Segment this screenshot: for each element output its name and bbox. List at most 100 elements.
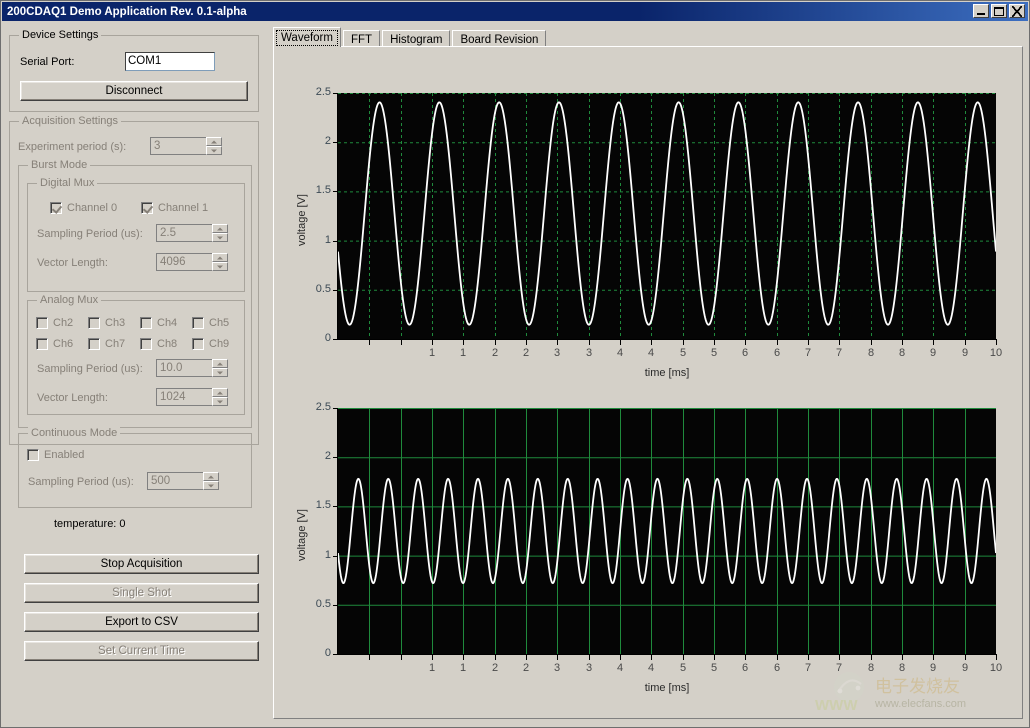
checkbox-icon[interactable] [140, 338, 152, 350]
checkbox-icon[interactable] [50, 202, 62, 214]
set-current-time-button[interactable]: Set Current Time [24, 641, 259, 661]
analog-mux-group: Analog Mux Ch2 Ch3 Ch4 [27, 300, 245, 415]
x-axis-line [337, 339, 997, 340]
checkbox-ch7[interactable]: Ch7 [88, 338, 125, 350]
window-title: 200CDAQ1 Demo Application Rev. 0.1-alpha [2, 6, 247, 18]
x-tick-label: 9 [918, 662, 948, 674]
stop-acquisition-button[interactable]: Stop Acquisition [24, 554, 259, 574]
digital-sampling-period-stepper[interactable]: 2.5 [156, 224, 228, 242]
analog-sampling-period-value[interactable]: 10.0 [156, 359, 212, 377]
spin-down-icon[interactable] [212, 368, 228, 377]
export-to-csv-button[interactable]: Export to CSV [24, 612, 259, 632]
checkbox-ch6[interactable]: Ch6 [36, 338, 73, 350]
checkbox-ch9[interactable]: Ch9 [192, 338, 229, 350]
checkbox-continuous-enabled[interactable]: Enabled [27, 449, 84, 461]
spin-up-icon[interactable] [212, 253, 228, 262]
experiment-period-spin-buttons[interactable] [206, 137, 222, 155]
close-button[interactable] [1009, 4, 1025, 18]
x-tick-label: 1 [448, 662, 478, 674]
single-shot-button[interactable]: Single Shot [24, 583, 259, 603]
maximize-button[interactable] [991, 4, 1007, 18]
checkbox-ch4[interactable]: Ch4 [140, 317, 177, 329]
x-axis-title: time [ms] [637, 682, 697, 694]
analog-vector-length-spin-buttons[interactable] [212, 388, 228, 406]
spin-down-icon[interactable] [212, 397, 228, 406]
digital-vector-length-spin-buttons[interactable] [212, 253, 228, 271]
checkbox-icon[interactable] [141, 202, 153, 214]
x-tick-mark [714, 340, 715, 345]
checkbox-icon[interactable] [36, 338, 48, 350]
checkbox-icon[interactable] [88, 338, 100, 350]
checkbox-channel-1[interactable]: Channel 1 [141, 202, 208, 214]
spin-down-icon[interactable] [206, 146, 222, 155]
digital-sampling-period-spin-buttons[interactable] [212, 224, 228, 242]
checkbox-ch5[interactable]: Ch5 [192, 317, 229, 329]
x-tick-label: 7 [824, 662, 854, 674]
y-tick-label: 2 [290, 135, 331, 147]
y-tick-label: 0 [290, 647, 331, 659]
digital-mux-group: Digital Mux Channel 0 Channel 1 Sampling… [27, 183, 245, 292]
checkbox-icon[interactable] [88, 317, 100, 329]
disconnect-button[interactable]: Disconnect [20, 81, 248, 101]
x-tick-mark [651, 655, 652, 660]
checkbox-icon[interactable] [192, 317, 204, 329]
x-tick-mark [495, 340, 496, 345]
checkbox-icon[interactable] [27, 449, 39, 461]
x-tick-mark [432, 655, 433, 660]
x-tick-mark [401, 340, 402, 345]
x-tick-mark [526, 340, 527, 345]
y-tick-label: 0.5 [290, 283, 331, 295]
minimize-icon [977, 13, 985, 15]
y-tick-mark [333, 142, 338, 143]
spin-up-icon[interactable] [212, 224, 228, 233]
x-tick-mark [432, 340, 433, 345]
checkbox-icon[interactable] [192, 338, 204, 350]
y-tick-mark [333, 605, 338, 606]
chart-waveform-channel-1: 00.511.522.511223344556677889910time [ms… [288, 402, 1008, 712]
spin-up-icon[interactable] [212, 359, 228, 368]
tab-waveform[interactable]: Waveform [273, 27, 341, 47]
x-tick-label: 2 [511, 347, 541, 359]
digital-vector-length-value[interactable]: 4096 [156, 253, 212, 271]
continuous-sampling-period-spin-buttons[interactable] [203, 472, 219, 490]
checkbox-ch2[interactable]: Ch2 [36, 317, 73, 329]
checkbox-ch3[interactable]: Ch3 [88, 317, 125, 329]
spin-down-icon[interactable] [212, 262, 228, 271]
analog-vector-length-value[interactable]: 1024 [156, 388, 212, 406]
continuous-sampling-period-value[interactable]: 500 [147, 472, 203, 490]
y-tick-label: 0.5 [290, 598, 331, 610]
tab-board-revision-label: Board Revision [460, 34, 538, 46]
analog-vector-length-stepper[interactable]: 1024 [156, 388, 228, 406]
checkbox-ch9-label: Ch9 [209, 338, 229, 350]
x-tick-label: 8 [887, 347, 917, 359]
x-tick-label: 4 [636, 347, 666, 359]
y-tick-mark [333, 290, 338, 291]
analog-sampling-period-spin-buttons[interactable] [212, 359, 228, 377]
spin-down-icon[interactable] [212, 233, 228, 242]
serial-port-input[interactable]: COM1 [125, 52, 215, 71]
checkbox-icon[interactable] [140, 317, 152, 329]
spin-down-icon[interactable] [203, 481, 219, 490]
analog-sampling-period-stepper[interactable]: 10.0 [156, 359, 228, 377]
continuous-sampling-period-stepper[interactable]: 500 [147, 472, 219, 490]
spin-up-icon[interactable] [212, 388, 228, 397]
experiment-period-value[interactable]: 3 [150, 137, 206, 155]
checkbox-ch8[interactable]: Ch8 [140, 338, 177, 350]
spin-up-icon[interactable] [203, 472, 219, 481]
digital-vector-length-stepper[interactable]: 4096 [156, 253, 228, 271]
experiment-period-stepper[interactable]: 3 [150, 137, 222, 155]
x-tick-mark [902, 340, 903, 345]
y-tick-mark [333, 556, 338, 557]
digital-sampling-period-value[interactable]: 2.5 [156, 224, 212, 242]
y-tick-mark [333, 93, 338, 94]
checkbox-channel-0[interactable]: Channel 0 [50, 202, 117, 214]
minimize-button[interactable] [973, 4, 989, 18]
spin-up-icon[interactable] [206, 137, 222, 146]
x-tick-label: 8 [856, 662, 886, 674]
x-axis-line [337, 654, 997, 655]
acquisition-settings-group: Acquisition Settings Experiment period (… [9, 121, 259, 445]
checkbox-icon[interactable] [36, 317, 48, 329]
x-tick-mark [839, 655, 840, 660]
x-tick-mark [683, 655, 684, 660]
x-tick-mark [839, 340, 840, 345]
